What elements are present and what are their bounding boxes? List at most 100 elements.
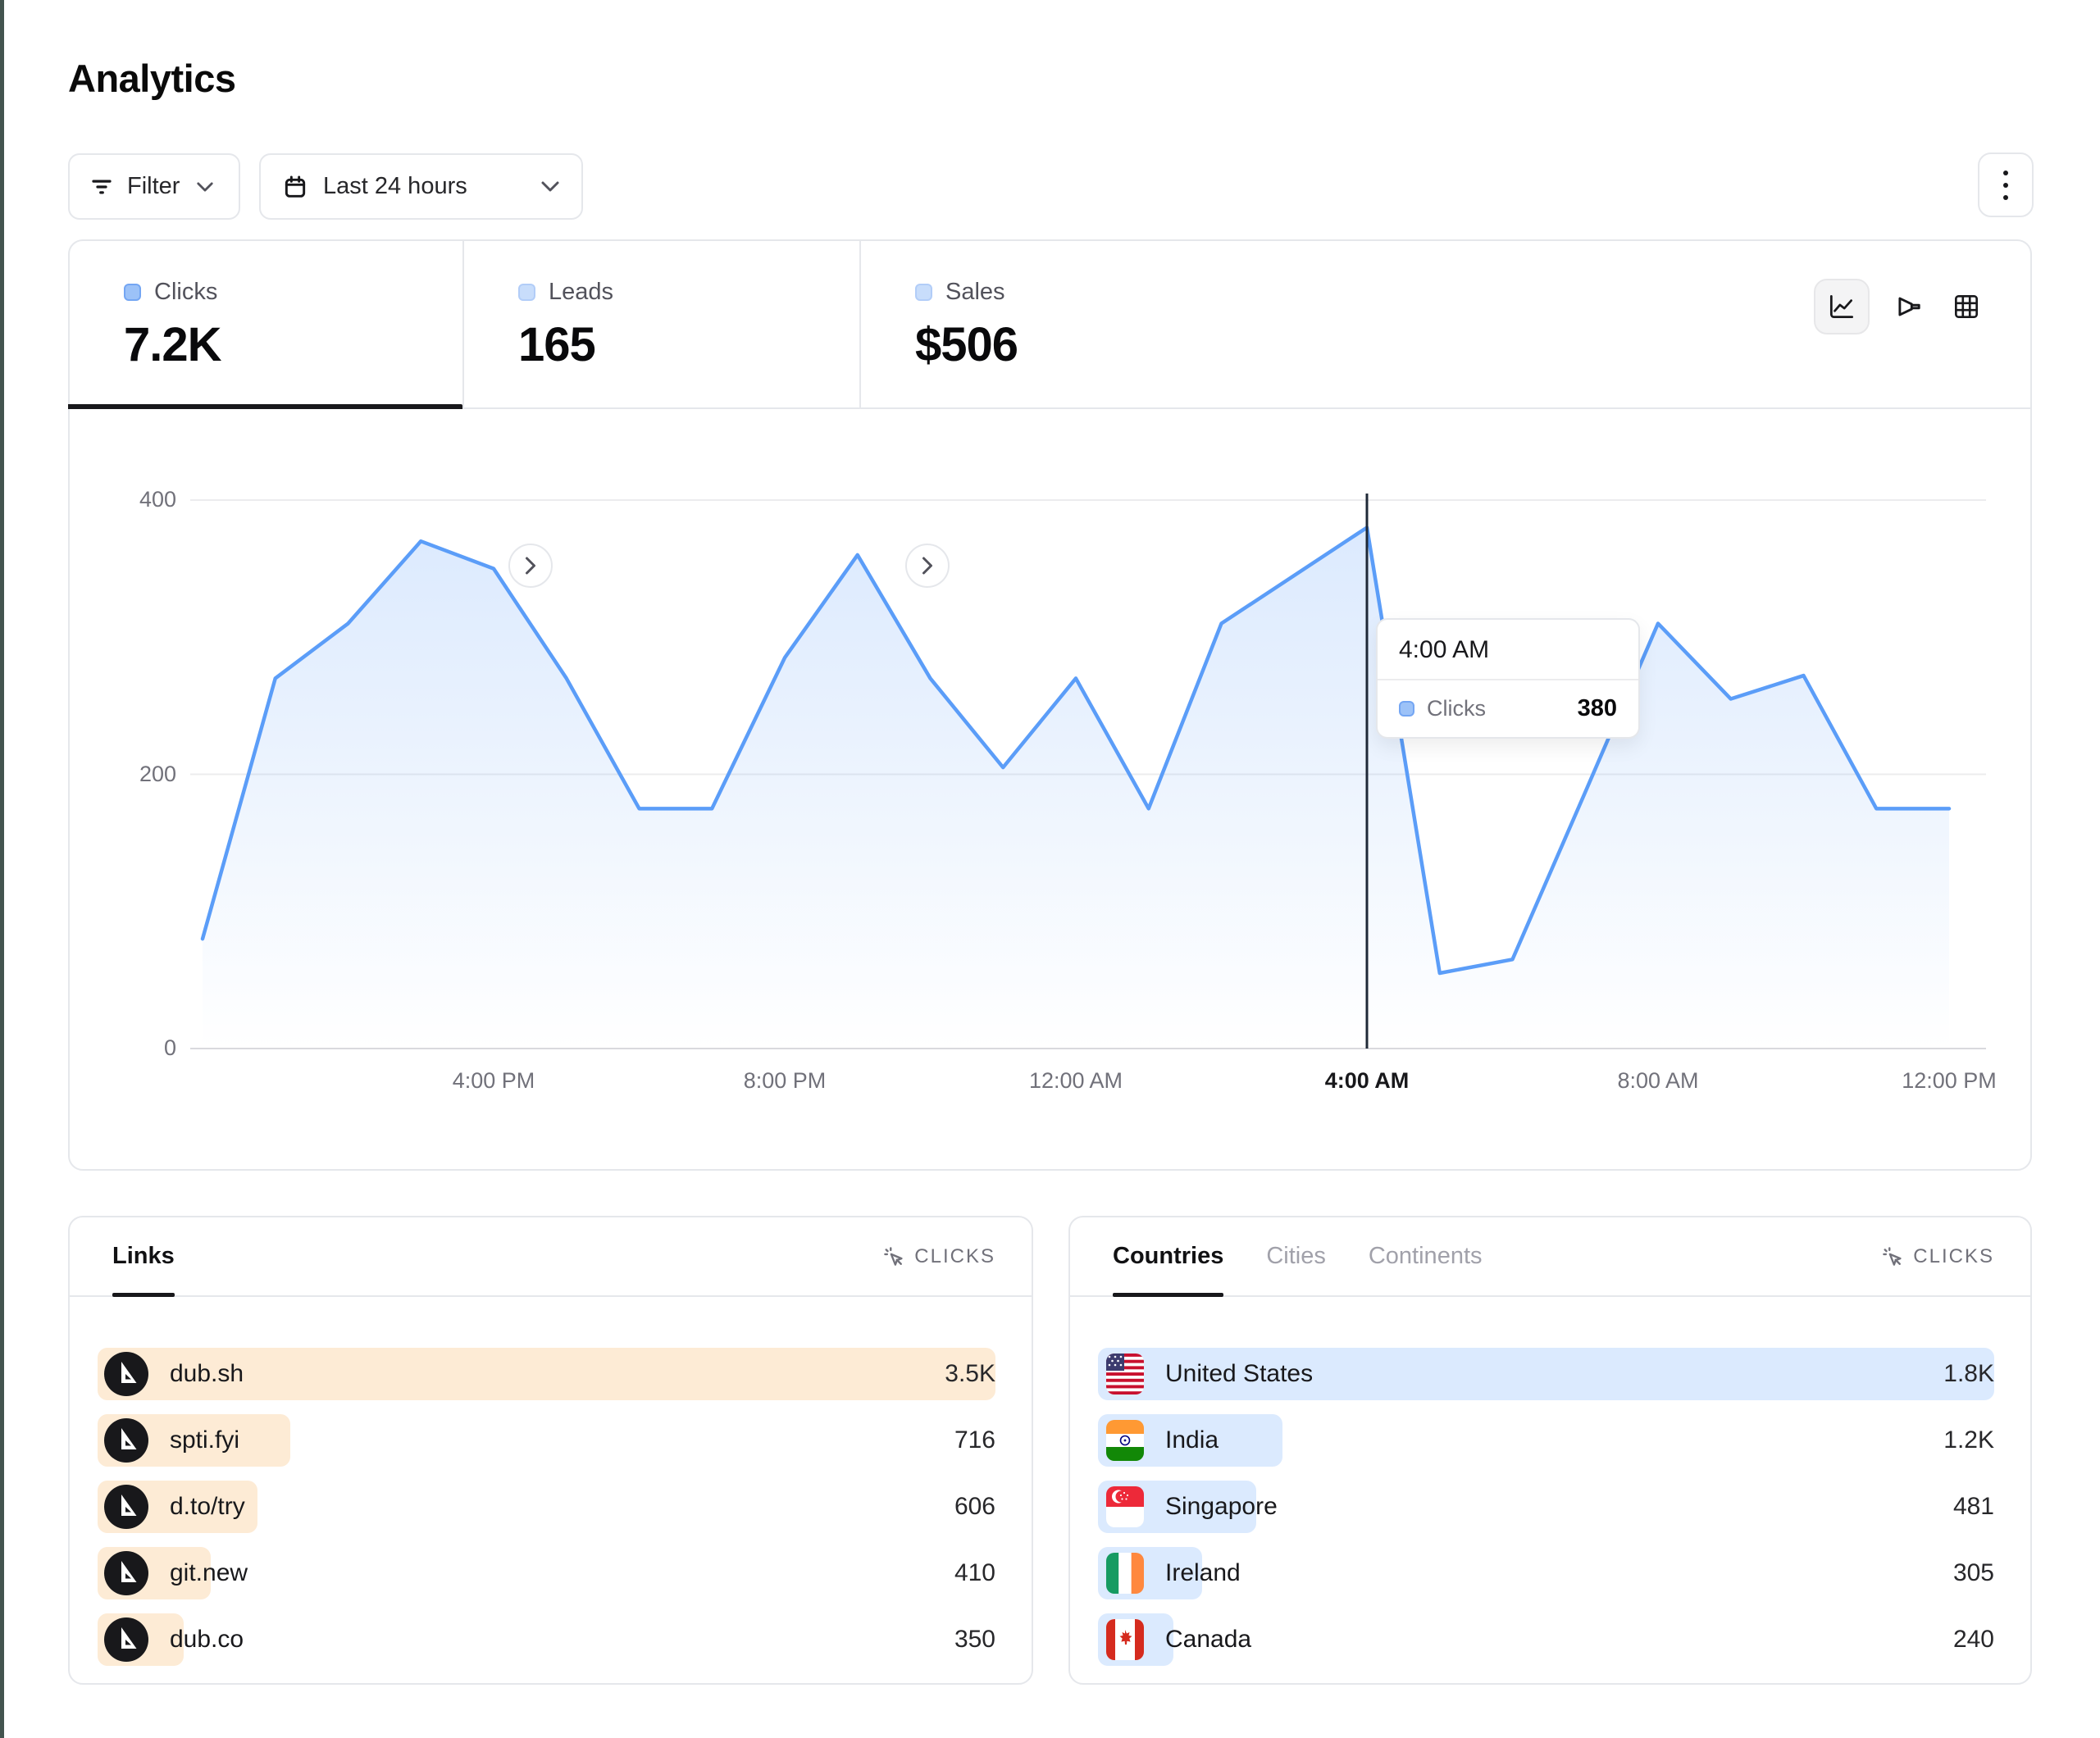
left-edge-strip	[0, 0, 4, 1738]
chevron-down-icon	[540, 180, 560, 193]
date-range-button[interactable]: Last 24 hours	[259, 153, 583, 220]
list-row[interactable]: Canada 240	[1098, 1613, 1994, 1666]
sales-tab-value: $506	[915, 317, 1433, 372]
geo-metric-header[interactable]: CLICKS	[1880, 1244, 1994, 1269]
chevron-down-icon	[196, 181, 214, 193]
row-label: d.to/try	[170, 1493, 245, 1521]
list-row[interactable]: d.to/try 606	[98, 1481, 995, 1533]
dub-logo-icon	[104, 1551, 148, 1595]
row-label: India	[1165, 1426, 1219, 1454]
clicks-tab-label: Clicks	[154, 279, 217, 306]
geo-rows: United States 1.8K India1.2K Singapore 481 Ir…	[1070, 1348, 2030, 1666]
row-value: 3.5K	[945, 1360, 995, 1388]
date-range-label: Last 24 hours	[323, 173, 467, 200]
y-axis-tick: 0	[102, 1035, 176, 1061]
clicks-time-series-chart[interactable]: 0200400 4:00 PM8:00 PM12:00 AM4:00 AM8:0…	[70, 409, 2030, 1169]
row-label: Singapore	[1165, 1493, 1278, 1521]
continents-tab-label: Continents	[1369, 1243, 1483, 1270]
expand-clicks-chevron[interactable]	[508, 544, 553, 588]
links-metric-label: CLICKS	[914, 1245, 995, 1268]
leads-legend-square	[518, 284, 535, 301]
ie-flag-icon	[1106, 1553, 1144, 1594]
clicks-tab-value: 7.2K	[124, 317, 462, 372]
ca-flag-icon	[1106, 1619, 1144, 1660]
funnel-chart-icon	[1893, 290, 1925, 323]
x-axis-tick: 12:00 AM	[1006, 1068, 1146, 1094]
x-axis-tick: 8:00 PM	[715, 1068, 854, 1094]
row-label: spti.fyi	[170, 1426, 239, 1454]
tab-leads[interactable]: Leads 165	[462, 241, 859, 407]
more-options-button[interactable]	[1978, 152, 2034, 217]
countries-tab-label: Countries	[1113, 1243, 1223, 1270]
list-row[interactable]: spti.fyi716	[98, 1414, 995, 1467]
line-chart-icon	[1826, 291, 1857, 322]
row-label: Ireland	[1165, 1559, 1241, 1587]
calendar-icon	[282, 174, 308, 200]
funnel-view-button[interactable]	[1891, 289, 1927, 325]
cursor-click-icon	[881, 1244, 906, 1269]
tab-cities[interactable]: Cities	[1266, 1217, 1326, 1295]
row-value: 1.8K	[1943, 1360, 1994, 1388]
cursor-click-icon	[1880, 1244, 1905, 1269]
row-value: 350	[954, 1626, 995, 1654]
list-row[interactable]: dub.co 350	[98, 1613, 995, 1666]
analytics-page: Analytics Filter Last 24 hours	[0, 0, 2100, 1738]
links-tab-label: Links	[112, 1243, 175, 1270]
dub-logo-icon	[104, 1485, 148, 1529]
row-value: 305	[1953, 1559, 1994, 1587]
dub-logo-icon	[104, 1352, 148, 1396]
row-label: United States	[1165, 1360, 1313, 1388]
list-row[interactable]: Singapore 481	[1098, 1481, 1994, 1533]
tooltip-time: 4:00 AM	[1378, 620, 1638, 680]
list-row[interactable]: United States 1.8K	[1098, 1348, 1994, 1400]
row-label: dub.co	[170, 1626, 244, 1654]
analytics-card: Clicks 7.2K Leads 165 Sales $506	[68, 239, 2032, 1171]
geo-panel: Countries Cities Continents CLICKS	[1068, 1216, 2032, 1685]
list-row[interactable]: India1.2K	[1098, 1414, 1994, 1467]
tab-clicks[interactable]: Clicks 7.2K	[70, 241, 462, 407]
table-view-button[interactable]	[1948, 289, 1984, 325]
leads-tab-value: 165	[518, 317, 859, 372]
chart-area-fill	[203, 527, 1949, 1049]
us-flag-icon	[1106, 1354, 1144, 1394]
tab-countries[interactable]: Countries	[1113, 1217, 1223, 1295]
grid-table-icon	[1951, 291, 1982, 322]
dub-logo-icon	[104, 1617, 148, 1662]
sales-tab-label: Sales	[945, 279, 1005, 306]
tab-links[interactable]: Links	[112, 1217, 175, 1295]
list-row[interactable]: Ireland 305	[1098, 1547, 1994, 1599]
x-axis-tick: 4:00 AM	[1297, 1068, 1437, 1094]
list-row[interactable]: dub.sh 3.5K	[98, 1348, 995, 1400]
filter-icon	[89, 175, 114, 199]
in-flag-icon	[1106, 1420, 1144, 1461]
links-metric-header[interactable]: CLICKS	[881, 1244, 995, 1269]
dub-logo-icon	[104, 1418, 148, 1463]
expand-leads-chevron[interactable]	[905, 544, 950, 588]
tab-continents[interactable]: Continents	[1369, 1217, 1483, 1295]
links-rows: dub.sh 3.5K spti.fyi716 d.to/try 606 git.new 4…	[70, 1348, 1032, 1666]
filter-button-label: Filter	[127, 173, 180, 200]
filter-button[interactable]: Filter	[68, 153, 240, 220]
y-axis-tick: 200	[102, 762, 176, 787]
row-value: 606	[954, 1493, 995, 1521]
geo-metric-label: CLICKS	[1913, 1245, 1994, 1268]
y-axis-tick: 400	[102, 487, 176, 512]
row-value: 240	[1953, 1626, 1994, 1654]
chart-tooltip: 4:00 AM Clicks 380	[1376, 618, 1640, 739]
x-axis-tick: 8:00 AM	[1588, 1068, 1728, 1094]
list-row[interactable]: git.new 410	[98, 1547, 995, 1599]
tooltip-metric-value: 380	[1578, 695, 1617, 722]
page-title: Analytics	[68, 56, 235, 101]
cities-tab-label: Cities	[1266, 1243, 1326, 1270]
row-label: Canada	[1165, 1626, 1251, 1654]
row-value: 481	[1953, 1493, 1994, 1521]
row-label: dub.sh	[170, 1360, 244, 1388]
tab-sales[interactable]: Sales $506	[859, 241, 1433, 407]
row-value: 410	[954, 1559, 995, 1587]
line-chart-view-button[interactable]	[1814, 279, 1870, 334]
chart-type-switcher	[1814, 279, 1984, 334]
stats-tabs-row: Clicks 7.2K Leads 165 Sales $506	[70, 241, 2030, 409]
row-label: git.new	[170, 1559, 248, 1587]
clicks-legend-square	[124, 284, 141, 301]
sg-flag-icon	[1106, 1486, 1144, 1527]
